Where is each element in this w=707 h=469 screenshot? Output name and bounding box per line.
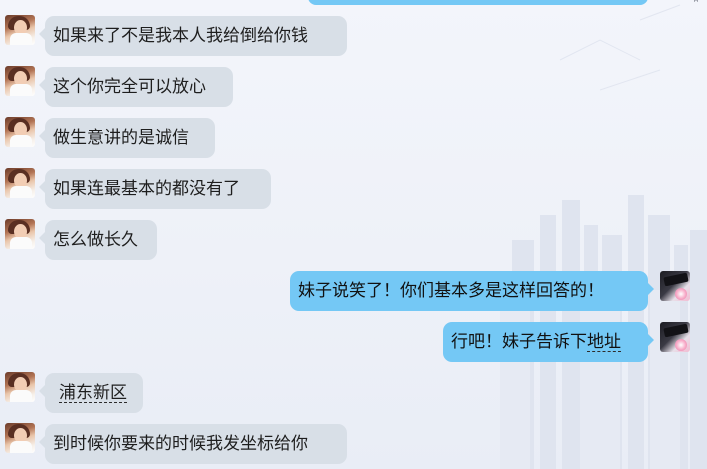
location-link[interactable]: 浦东新区 — [59, 384, 127, 403]
message-text: 如果来了不是我本人我给倒给你钱 — [53, 26, 308, 46]
contact-avatar-icon[interactable] — [5, 423, 35, 453]
incoming-message-bubble: 如果来了不是我本人我给倒给你钱 — [39, 16, 347, 56]
message-item: 这个你完全可以放心 — [0, 65, 707, 109]
message-item: 如果连最基本的都没有了 — [0, 167, 707, 211]
incoming-message-bubble: 到时候你要来的时候我发坐标给你 — [39, 424, 347, 464]
message-item: 浦东新区 — [0, 371, 707, 415]
message-item: 行吧！妹子告诉下地址 — [0, 320, 707, 364]
outgoing-message-bubble: 妹子说笑了！你们基本多是这样回答的！ — [290, 271, 654, 311]
message-text: 到时候你要来的时候我发坐标给你 — [53, 434, 308, 454]
contact-avatar-icon[interactable] — [5, 66, 35, 96]
incoming-message-bubble: 怎么做长久 — [39, 220, 157, 260]
close-icon[interactable]: ˄ — [688, 0, 704, 13]
incoming-message-bubble: 这个你完全可以放心 — [39, 67, 233, 107]
message-text: 如果连最基本的都没有了 — [53, 179, 240, 199]
contact-avatar-icon[interactable] — [5, 15, 35, 45]
contact-avatar-icon[interactable] — [5, 168, 35, 198]
self-avatar-icon[interactable] — [660, 322, 690, 352]
previous-outgoing-bubble — [308, 0, 648, 5]
message-text: 做生意讲的是诚信 — [53, 128, 189, 148]
incoming-message-bubble: 做生意讲的是诚信 — [39, 118, 215, 158]
message-item: 到时候你要来的时候我发坐标给你 — [0, 422, 707, 466]
close-glyph: ˄ — [692, 0, 700, 13]
contact-avatar-icon[interactable] — [5, 117, 35, 147]
message-text: 行吧！妹子告诉下 — [451, 332, 587, 352]
contact-avatar-icon[interactable] — [5, 219, 35, 249]
incoming-message-bubble: 浦东新区 — [39, 373, 143, 413]
address-link[interactable]: 地址 — [587, 333, 621, 352]
message-item: 如果来了不是我本人我给倒给你钱 — [0, 14, 707, 58]
message-text: 这个你完全可以放心 — [53, 77, 206, 97]
incoming-message-bubble: 如果连最基本的都没有了 — [39, 169, 271, 209]
self-avatar-icon[interactable] — [660, 271, 690, 301]
message-text: 妹子说笑了！你们基本多是这样回答的！ — [298, 281, 604, 301]
message-text: 怎么做长久 — [53, 230, 138, 250]
chat-window: ˄ 如果来了不是我本人我给倒给你钱 这个你完全可以放心 做生意讲的是诚信 如果连… — [0, 0, 707, 469]
message-item: 做生意讲的是诚信 — [0, 116, 707, 160]
message-item: 妹子说笑了！你们基本多是这样回答的！ — [0, 269, 707, 313]
message-item: 怎么做长久 — [0, 218, 707, 262]
contact-avatar-icon[interactable] — [5, 372, 35, 402]
outgoing-message-bubble: 行吧！妹子告诉下地址 — [443, 322, 654, 362]
